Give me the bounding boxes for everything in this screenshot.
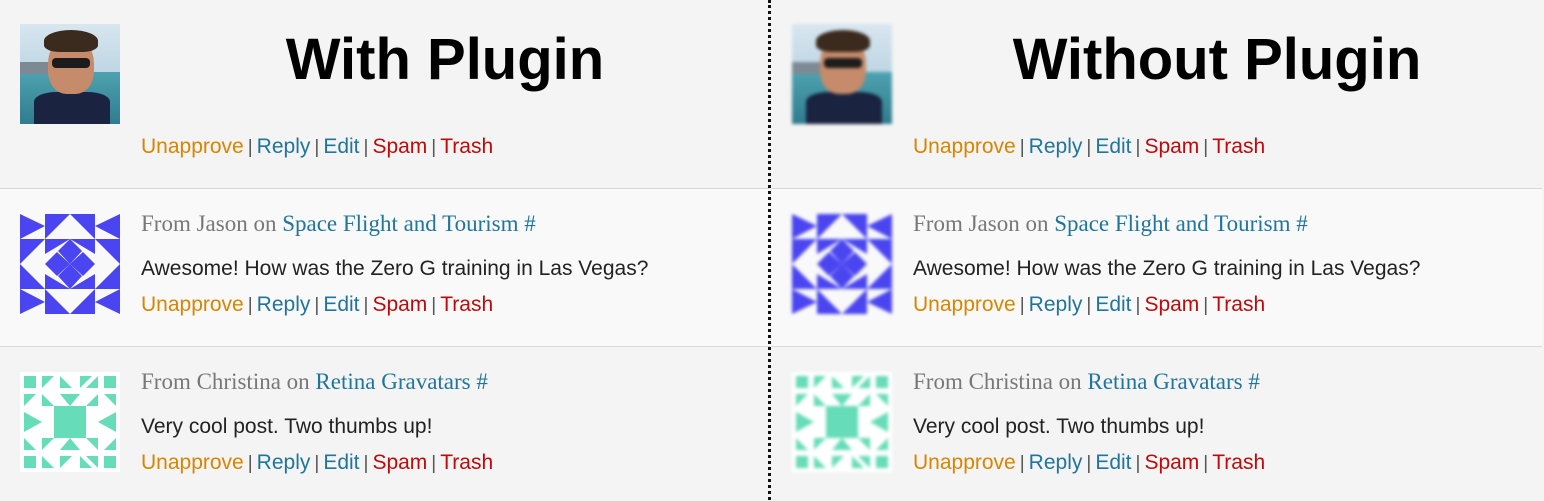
row-actions: Unapprove | Reply | Edit | Spam | Trash xyxy=(913,451,1265,475)
comment-row: From Christina on Retina Gravatars # Ver… xyxy=(772,346,1542,501)
identicon-avatar-christina xyxy=(20,372,120,472)
separator: | xyxy=(314,453,320,474)
trash-link[interactable]: Trash xyxy=(1212,451,1265,474)
row-actions: Unapprove | Reply | Edit | Spam | Trash xyxy=(141,293,493,317)
edit-link[interactable]: Edit xyxy=(323,293,359,316)
reply-link[interactable]: Reply xyxy=(257,135,311,158)
separator: | xyxy=(431,137,437,158)
post-title-link[interactable]: Retina Gravatars # xyxy=(1087,369,1259,394)
unapprove-link[interactable]: Unapprove xyxy=(913,135,1016,158)
post-title-link[interactable]: Retina Gravatars # xyxy=(315,369,487,394)
comment-author: From Jason on xyxy=(141,211,283,236)
comment-meta: From Jason on Space Flight and Tourism # xyxy=(141,211,536,237)
separator: | xyxy=(363,137,369,158)
comment-meta: From Christina on Retina Gravatars # xyxy=(141,369,488,395)
unapprove-link[interactable]: Unapprove xyxy=(913,451,1016,474)
trash-link[interactable]: Trash xyxy=(1212,293,1265,316)
comment-text: Awesome! How was the Zero G training in … xyxy=(913,257,1421,280)
comment-row: From Jason on Space Flight and Tourism #… xyxy=(772,188,1542,347)
reply-link[interactable]: Reply xyxy=(257,451,311,474)
comment-row: From Christina on Retina Gravatars # Ver… xyxy=(0,346,770,501)
unapprove-link[interactable]: Unapprove xyxy=(141,451,244,474)
panel-heading: Without Plugin xyxy=(1012,27,1422,92)
reply-link[interactable]: Reply xyxy=(1029,135,1083,158)
edit-link[interactable]: Edit xyxy=(1095,451,1131,474)
trash-link[interactable]: Trash xyxy=(1212,135,1265,158)
edit-link[interactable]: Edit xyxy=(323,451,359,474)
separator: | xyxy=(1203,453,1209,474)
identicon-avatar-jason xyxy=(792,214,892,314)
spam-link[interactable]: Spam xyxy=(372,135,427,158)
separator: | xyxy=(314,137,320,158)
separator: | xyxy=(1203,137,1209,158)
identicon-avatar-christina xyxy=(792,372,892,472)
separator: | xyxy=(1203,295,1209,316)
spam-link[interactable]: Spam xyxy=(1144,451,1199,474)
separator: | xyxy=(1086,453,1092,474)
edit-link[interactable]: Edit xyxy=(1095,293,1131,316)
user-photo-avatar xyxy=(20,24,120,124)
row-actions: Unapprove | Reply | Edit | Spam | Trash xyxy=(141,135,493,159)
separator: | xyxy=(363,295,369,316)
comparison-screen: With Plugin Unapprove | Reply | Edit | Spam | Tr… xyxy=(0,0,1544,501)
comment-row: From Jason on Space Flight and Tourism #… xyxy=(0,188,770,347)
spam-link[interactable]: Spam xyxy=(372,293,427,316)
row-actions: Unapprove | Reply | Edit | Spam | Trash xyxy=(913,293,1265,317)
dotted-divider xyxy=(768,0,771,500)
trash-link[interactable]: Trash xyxy=(440,451,493,474)
row-actions: Unapprove | Reply | Edit | Spam | Trash xyxy=(141,451,493,475)
separator: | xyxy=(1086,295,1092,316)
edit-link[interactable]: Edit xyxy=(323,135,359,158)
separator: | xyxy=(314,295,320,316)
comment-text: Very cool post. Two thumbs up! xyxy=(141,415,433,438)
edit-link[interactable]: Edit xyxy=(1095,135,1131,158)
unapprove-link[interactable]: Unapprove xyxy=(913,293,1016,316)
comment-row: Without Plugin Unapprove | Reply | Edit | Spam… xyxy=(772,0,1542,188)
panel-with-plugin: With Plugin Unapprove | Reply | Edit | Spam | Tr… xyxy=(0,0,770,501)
separator: | xyxy=(431,295,437,316)
unapprove-link[interactable]: Unapprove xyxy=(141,293,244,316)
spam-link[interactable]: Spam xyxy=(372,451,427,474)
separator: | xyxy=(1135,295,1141,316)
separator: | xyxy=(363,453,369,474)
separator: | xyxy=(431,453,437,474)
reply-link[interactable]: Reply xyxy=(1029,293,1083,316)
identicon-avatar-jason xyxy=(20,214,120,314)
spam-link[interactable]: Spam xyxy=(1144,293,1199,316)
separator: | xyxy=(247,137,253,158)
unapprove-link[interactable]: Unapprove xyxy=(141,135,244,158)
comment-meta: From Jason on Space Flight and Tourism # xyxy=(913,211,1308,237)
panel-heading: With Plugin xyxy=(285,27,605,92)
comment-text: Very cool post. Two thumbs up! xyxy=(913,415,1205,438)
row-actions: Unapprove | Reply | Edit | Spam | Trash xyxy=(913,135,1265,159)
comment-meta: From Christina on Retina Gravatars # xyxy=(913,369,1260,395)
trash-link[interactable]: Trash xyxy=(440,293,493,316)
user-photo-avatar xyxy=(792,24,892,124)
separator: | xyxy=(1019,295,1025,316)
comment-author: From Jason on xyxy=(913,211,1055,236)
reply-link[interactable]: Reply xyxy=(1029,451,1083,474)
separator: | xyxy=(1135,453,1141,474)
separator: | xyxy=(247,453,253,474)
comment-author: From Christina on xyxy=(141,369,316,394)
separator: | xyxy=(1019,453,1025,474)
post-title-link[interactable]: Space Flight and Tourism # xyxy=(1054,211,1308,236)
comment-text: Awesome! How was the Zero G training in … xyxy=(141,257,649,280)
separator: | xyxy=(1135,137,1141,158)
separator: | xyxy=(1086,137,1092,158)
spam-link[interactable]: Spam xyxy=(1144,135,1199,158)
separator: | xyxy=(1019,137,1025,158)
separator: | xyxy=(247,295,253,316)
post-title-link[interactable]: Space Flight and Tourism # xyxy=(282,211,536,236)
reply-link[interactable]: Reply xyxy=(257,293,311,316)
trash-link[interactable]: Trash xyxy=(440,135,493,158)
comment-author: From Christina on xyxy=(913,369,1088,394)
comment-row: With Plugin Unapprove | Reply | Edit | Spam | Tr… xyxy=(0,0,770,188)
panel-without-plugin: Without Plugin Unapprove | Reply | Edit | Spam… xyxy=(772,0,1542,501)
